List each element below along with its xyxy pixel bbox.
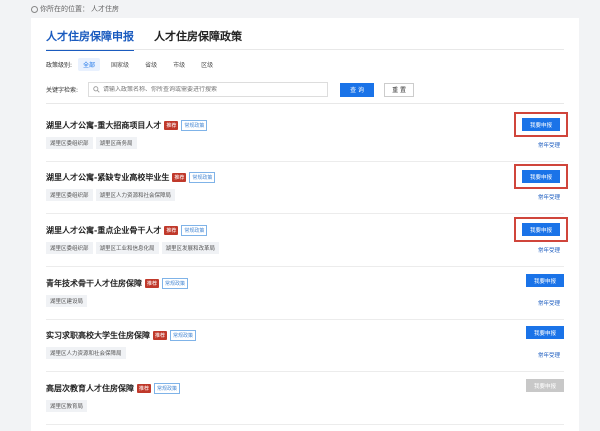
- org-tag: 湖里区发展和改革局: [161, 242, 220, 254]
- filter-option-district[interactable]: 区级: [196, 58, 218, 71]
- search-input[interactable]: [103, 86, 324, 93]
- status-text: 常年受理: [537, 301, 560, 307]
- org-tag: 湖里区商务局: [95, 137, 137, 149]
- org-list: 湖里区委组织部 湖里区商务局: [46, 137, 137, 149]
- search-button[interactable]: 查 询: [340, 82, 375, 97]
- org-tag: 湖里区建设局: [46, 295, 88, 307]
- policy-type-tag: 常规政策: [162, 278, 189, 289]
- item-title[interactable]: 湖里人才公寓-重点企业骨干人才: [46, 225, 161, 236]
- apply-button[interactable]: 我要申报: [522, 223, 560, 236]
- status-text: 常年受理: [537, 143, 560, 149]
- list-item: 湖里人才公寓-重大招商项目人才 推荐 常规政策 湖里区委组织部 湖里区商务局 我要…: [46, 110, 568, 162]
- keyword-search: 关键字检索: 查 询 重 置: [46, 82, 415, 97]
- tab-bar: 人才住房保障申报 人才住房保障政策: [46, 28, 242, 51]
- recommend-tag: 推荐: [164, 226, 179, 235]
- status-text: 常年受理: [537, 248, 560, 254]
- item-title-row: 湖里人才公寓-重点企业骨干人才 推荐 常规政策: [46, 225, 208, 236]
- apply-button-wrapper: 我要申报: [526, 274, 564, 287]
- apply-button[interactable]: 我要申报: [522, 118, 560, 131]
- status-text: 常年受理: [537, 353, 560, 359]
- item-title[interactable]: 高层次教育人才住房保障: [46, 383, 134, 394]
- tab-divider: [46, 49, 564, 50]
- item-title[interactable]: 青年技术骨干人才住房保障: [46, 278, 142, 289]
- org-tag: 湖里区人力资源和社会保障局: [46, 347, 126, 359]
- location-pin-icon: [31, 5, 38, 13]
- breadcrumb-label: 你所在的位置：: [40, 5, 89, 13]
- org-tag: 湖里区委组织部: [46, 137, 93, 149]
- status-text: 常年受理: [537, 195, 560, 201]
- search-field[interactable]: [88, 82, 329, 97]
- apply-button[interactable]: 我要申报: [526, 326, 564, 339]
- org-tag: 湖里区委组织部: [46, 189, 93, 201]
- item-title-row: 实习求职高校大学生住房保障 推荐 常规政策: [46, 330, 197, 341]
- org-tag: 湖里区人力资源和社会保障局: [95, 189, 176, 201]
- apply-button-wrapper: 我要申报: [514, 164, 568, 189]
- filter-label: 政策级别:: [46, 62, 73, 69]
- breadcrumb: 你所在的位置： 人才住房: [31, 4, 119, 14]
- recommend-tag: 推荐: [172, 173, 187, 182]
- apply-button-wrapper: 我要申报: [526, 326, 564, 339]
- policy-type-tag: 常规政策: [181, 120, 208, 131]
- policy-type-tag: 常规政策: [154, 383, 181, 394]
- filter-option-all[interactable]: 全部: [78, 58, 101, 71]
- org-list: 湖里区教育局: [46, 400, 88, 412]
- item-title-row: 湖里人才公寓-重大招商项目人才 推荐 常规政策: [46, 120, 208, 131]
- list-item: 青年技术骨干人才住房保障 推荐 常规政策 湖里区建设局 我要申报 常年受理: [46, 268, 564, 320]
- item-title-row: 湖里人才公寓-紧缺专业高校毕业生 推荐 常规政策: [46, 172, 216, 183]
- org-tag: 湖里区教育局: [46, 400, 88, 412]
- reset-button[interactable]: 重 置: [384, 82, 415, 97]
- apply-button-wrapper: 我要申报: [514, 112, 568, 137]
- org-tag: 湖里区委组织部: [46, 242, 93, 254]
- list-item: 湖里人才公寓-紧缺专业高校毕业生 推荐 常规政策 湖里区委组织部 湖里区人力资源和…: [46, 162, 568, 214]
- filter-option-national[interactable]: 国家级: [106, 58, 134, 71]
- apply-button-wrapper: 我要申报: [514, 217, 568, 242]
- list-divider: [46, 103, 564, 104]
- recommend-tag: 推荐: [164, 121, 179, 130]
- list-item: 高层次教育人才住房保障 推荐 常规政策 湖里区教育局 我要申报: [46, 373, 564, 425]
- item-title[interactable]: 湖里人才公寓-紧缺专业高校毕业生: [46, 172, 169, 183]
- org-list: 湖里区人力资源和社会保障局: [46, 347, 126, 359]
- tab-housing-policy[interactable]: 人才住房保障政策: [154, 28, 242, 51]
- org-list: 湖里区委组织部 湖里区人力资源和社会保障局: [46, 189, 176, 201]
- item-title-row: 青年技术骨干人才住房保障 推荐 常规政策: [46, 278, 189, 289]
- policy-type-tag: 常规政策: [170, 330, 197, 341]
- org-list: 湖里区委组织部 湖里区工业和信息化局 湖里区发展和改革局: [46, 242, 220, 254]
- policy-level-filter: 政策级别: 全部 国家级 省级 市级 区级: [46, 58, 218, 71]
- list-item: 实习求职高校大学生住房保障 推荐 常规政策 湖里区人力资源和社会保障局 我要申报…: [46, 320, 564, 372]
- policy-type-tag: 常规政策: [181, 225, 208, 236]
- apply-button[interactable]: 我要申报: [526, 274, 564, 287]
- filter-option-city[interactable]: 市级: [168, 58, 190, 71]
- policy-type-tag: 常规政策: [189, 172, 216, 183]
- org-tag: 湖里区工业和信息化局: [95, 242, 159, 254]
- item-title[interactable]: 实习求职高校大学生住房保障: [46, 330, 150, 341]
- org-list: 湖里区建设局: [46, 295, 88, 307]
- recommend-tag: 推荐: [153, 331, 168, 340]
- apply-button[interactable]: 我要申报: [526, 379, 564, 392]
- recommend-tag: 推荐: [137, 384, 152, 393]
- main-card: 人才住房保障申报 人才住房保障政策 政策级别: 全部 国家级 省级 市级 区级 …: [31, 18, 579, 431]
- apply-button-wrapper: 我要申报: [526, 379, 564, 392]
- tab-housing-apply[interactable]: 人才住房保障申报: [46, 28, 134, 51]
- item-title-row: 高层次教育人才住房保障 推荐 常规政策: [46, 383, 181, 394]
- recommend-tag: 推荐: [145, 279, 160, 288]
- filter-option-provincial[interactable]: 省级: [140, 58, 162, 71]
- keyword-label: 关键字检索:: [46, 87, 79, 94]
- apply-button[interactable]: 我要申报: [522, 170, 560, 183]
- list-item: 湖里人才公寓-重点企业骨干人才 推荐 常规政策 湖里区委组织部 湖里区工业和信息化…: [46, 215, 568, 267]
- search-icon: [93, 86, 100, 93]
- item-title[interactable]: 湖里人才公寓-重大招商项目人才: [46, 120, 161, 131]
- breadcrumb-current[interactable]: 人才住房: [91, 4, 119, 14]
